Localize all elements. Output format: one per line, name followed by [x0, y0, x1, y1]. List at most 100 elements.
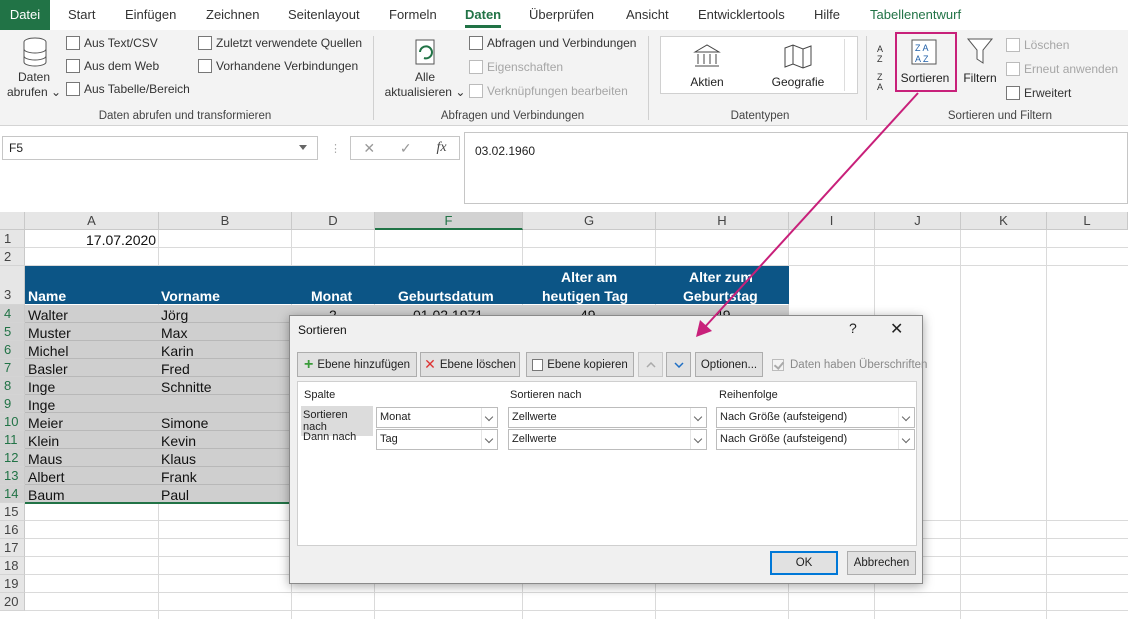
row-header[interactable]: 19: [0, 575, 25, 593]
column-header-k[interactable]: K: [961, 212, 1047, 230]
edit-links-button[interactable]: Verknüpfungen bearbeiten: [469, 84, 628, 98]
row-header[interactable]: 9: [0, 395, 25, 413]
row-header[interactable]: 7: [0, 359, 25, 377]
get-data-button[interactable]: Daten abrufen ⌄: [6, 70, 62, 100]
cancel-icon[interactable]: ✕: [363, 140, 375, 157]
fx-icon[interactable]: fx: [436, 140, 446, 156]
cell-name[interactable]: Meier: [28, 414, 63, 432]
column-select[interactable]: Monat: [376, 407, 498, 428]
cell-vorname[interactable]: Paul: [161, 486, 189, 504]
advanced-button[interactable]: Erweitert: [1006, 86, 1071, 100]
row-header[interactable]: 14: [0, 485, 25, 503]
from-text-button[interactable]: Aus Text/CSV: [66, 36, 158, 50]
reapply-button[interactable]: Erneut anwenden: [1006, 62, 1118, 76]
refresh-all-button[interactable]: Alle aktualisieren ⌄: [382, 70, 468, 100]
ok-button[interactable]: OK: [770, 551, 838, 575]
row-header[interactable]: 6: [0, 341, 25, 359]
cell-vorname[interactable]: Schnitte: [161, 378, 212, 396]
row-header[interactable]: 13: [0, 467, 25, 485]
column-header-a[interactable]: A: [25, 212, 159, 230]
delete-level-button[interactable]: ✕ Ebene löschen: [420, 352, 520, 377]
row-header[interactable]: 5: [0, 323, 25, 341]
stocks-button[interactable]: Aktien: [677, 75, 737, 89]
tab-start[interactable]: Start: [68, 0, 95, 30]
column-header-g[interactable]: G: [523, 212, 656, 230]
cell-name[interactable]: Inge: [28, 396, 55, 414]
level-label[interactable]: Dann nach: [301, 428, 358, 446]
tab-formulas[interactable]: Formeln: [389, 0, 437, 30]
row-header[interactable]: 12: [0, 449, 25, 467]
filter-button[interactable]: Filtern: [958, 71, 1002, 85]
tab-developer[interactable]: Entwicklertools: [698, 0, 785, 30]
row-header[interactable]: 15: [0, 503, 25, 521]
name-box[interactable]: F5: [2, 136, 318, 160]
sort-on-select[interactable]: Zellwerte: [508, 407, 707, 428]
cell-vorname[interactable]: Frank: [161, 468, 197, 486]
formula-input[interactable]: 03.02.1960: [464, 132, 1128, 204]
recent-sources-button[interactable]: Zuletzt verwendete Quellen: [198, 36, 362, 50]
tab-insert[interactable]: Einfügen: [125, 0, 176, 30]
row-header[interactable]: 18: [0, 557, 25, 575]
sort-on-select[interactable]: Zellwerte: [508, 429, 707, 450]
column-header-l[interactable]: L: [1047, 212, 1128, 230]
copy-level-button[interactable]: Ebene kopieren: [526, 352, 634, 377]
cell-vorname[interactable]: Jörg: [161, 306, 188, 324]
properties-button[interactable]: Eigenschaften: [469, 60, 563, 74]
column-header-i[interactable]: I: [789, 212, 875, 230]
column-header-f[interactable]: F: [375, 212, 523, 230]
column-header-j[interactable]: J: [875, 212, 961, 230]
from-table-button[interactable]: Aus Tabelle/Bereich: [66, 82, 190, 96]
geography-button[interactable]: Geografie: [763, 75, 833, 89]
row-header[interactable]: 10: [0, 413, 25, 431]
chevron-down-icon[interactable]: [299, 145, 307, 150]
cell-vorname[interactable]: Karin: [161, 342, 194, 360]
cell-name[interactable]: Basler: [28, 360, 68, 378]
header-geburtsdatum[interactable]: Geburtsdatum: [398, 287, 494, 305]
cell-name[interactable]: Klein: [28, 432, 59, 450]
order-select[interactable]: Nach Größe (aufsteigend): [716, 429, 915, 450]
header-monat[interactable]: Monat: [311, 287, 352, 305]
row-header[interactable]: 1: [0, 230, 25, 248]
cell-vorname[interactable]: Kevin: [161, 432, 196, 450]
header-name[interactable]: Name: [28, 287, 66, 305]
row-header[interactable]: 17: [0, 539, 25, 557]
cell-a1[interactable]: 17.07.2020: [86, 231, 156, 249]
tab-file[interactable]: Datei: [0, 0, 50, 30]
cell-name[interactable]: Albert: [28, 468, 65, 486]
options-button[interactable]: Optionen...: [695, 352, 763, 377]
tab-review[interactable]: Überprüfen: [529, 0, 594, 30]
tab-draw[interactable]: Zeichnen: [206, 0, 259, 30]
column-header-d[interactable]: D: [292, 212, 375, 230]
header-alter-heute-1[interactable]: Alter am: [561, 268, 617, 286]
row-header[interactable]: 3: [0, 266, 25, 305]
header-alter-geb-1[interactable]: Alter zum: [689, 268, 753, 286]
cell-name[interactable]: Muster: [28, 324, 71, 342]
move-down-button[interactable]: [666, 352, 691, 377]
cell-vorname[interactable]: Fred: [161, 360, 190, 378]
select-all-corner[interactable]: [0, 212, 25, 230]
cell-vorname[interactable]: Max: [161, 324, 187, 342]
cell-name[interactable]: Baum: [28, 486, 65, 504]
gallery-scroll[interactable]: [844, 39, 856, 91]
row-header[interactable]: 8: [0, 377, 25, 395]
existing-connections-button[interactable]: Vorhandene Verbindungen: [198, 59, 358, 73]
help-button[interactable]: ?: [849, 320, 857, 336]
cell-vorname[interactable]: Simone: [161, 414, 208, 432]
has-headers-checkbox[interactable]: Daten haben Überschriften: [772, 359, 927, 371]
add-level-button[interactable]: + Ebene hinzufügen: [297, 352, 417, 377]
cell-name[interactable]: Michel: [28, 342, 68, 360]
tab-table-design[interactable]: Tabellenentwurf: [870, 0, 961, 30]
tab-page-layout[interactable]: Seitenlayout: [288, 0, 360, 30]
header-alter-geb-2[interactable]: Geburtstag: [683, 287, 758, 305]
row-header[interactable]: 2: [0, 248, 25, 266]
row-header[interactable]: 11: [0, 431, 25, 449]
row-header[interactable]: 16: [0, 521, 25, 539]
sort-button[interactable]: Sortieren: [898, 71, 952, 85]
order-select[interactable]: Nach Größe (aufsteigend): [716, 407, 915, 428]
from-web-button[interactable]: Aus dem Web: [66, 59, 159, 73]
row-header[interactable]: 4: [0, 305, 25, 323]
cancel-button[interactable]: Abbrechen: [847, 551, 916, 575]
row-header[interactable]: 20: [0, 593, 25, 611]
tab-data[interactable]: Daten: [465, 0, 502, 30]
tab-view[interactable]: Ansicht: [626, 0, 669, 30]
